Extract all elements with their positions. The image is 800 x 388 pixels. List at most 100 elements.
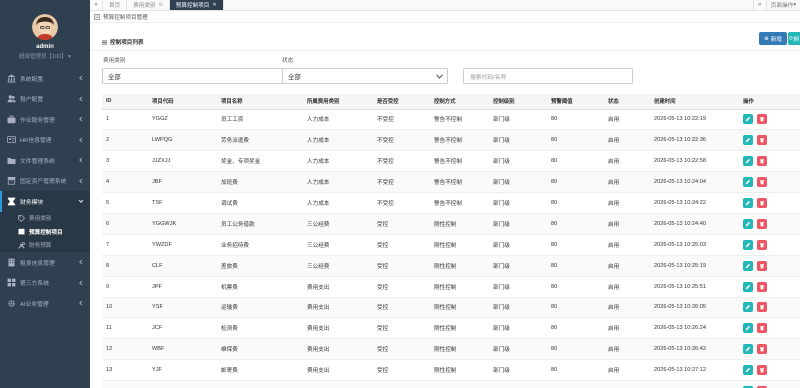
- edit-button[interactable]: [743, 323, 753, 334]
- column-header[interactable]: 控制级别: [489, 94, 547, 110]
- avatar[interactable]: [32, 14, 58, 40]
- sidebar-subitem-0[interactable]: 费用类别: [0, 212, 90, 226]
- delete-button[interactable]: [757, 198, 767, 208]
- table-cell: 启用: [604, 150, 650, 173]
- edit-button[interactable]: [743, 156, 753, 167]
- chevron-left-icon: [79, 75, 83, 81]
- chevron-left-icon: [79, 157, 83, 163]
- table-cell: 业务招待费: [217, 234, 303, 256]
- edit-button[interactable]: [743, 302, 753, 313]
- delete-button[interactable]: [757, 239, 767, 250]
- trash-icon: [760, 221, 764, 227]
- trash-icon: [760, 201, 764, 206]
- sidebar-subitem-1[interactable]: 预算控制项目: [0, 225, 90, 239]
- delete-button[interactable]: [757, 177, 767, 188]
- column-header[interactable]: 项目代码: [148, 94, 217, 110]
- column-header[interactable]: 是否受控: [373, 94, 430, 110]
- column-header[interactable]: 创建时间: [650, 94, 739, 110]
- tab-budget-control[interactable]: 预算控制项目 ✕: [169, 0, 224, 10]
- delete-button[interactable]: [757, 218, 767, 229]
- user-role[interactable]: 超级管理员【100】 ▾: [0, 52, 90, 60]
- table-row: 13 YJF 邮寄费 费用支出 受控 刚性控制 部门级 80 启用 2026-05-13 10:2…: [102, 359, 800, 382]
- sidebar-item-0[interactable]: 系统配置: [0, 68, 90, 89]
- sidebar-item-3[interactable]: HR信息管理: [0, 130, 90, 151]
- delete-button[interactable]: [757, 302, 767, 313]
- table-cell: 3: [102, 150, 148, 173]
- table-cell: 刚性控制: [430, 276, 489, 298]
- chevron-left-icon: [79, 116, 83, 122]
- table-cell: 部门级: [489, 109, 547, 131]
- delete-button[interactable]: [757, 281, 767, 292]
- row-actions: [739, 297, 800, 319]
- sidebar-item-6[interactable]: 财务模块: [0, 191, 90, 212]
- table-cell: 不受控: [373, 109, 430, 131]
- search-input[interactable]: 搜索代码/名称: [463, 68, 633, 84]
- column-header[interactable]: 操作: [739, 94, 800, 110]
- tab-scroll-left-button[interactable]: «: [90, 0, 103, 10]
- table-cell: 刚性控制: [430, 338, 489, 361]
- table-cell: 启用: [604, 129, 650, 152]
- table-cell: 人力成本: [303, 171, 373, 194]
- list-icon: [94, 13, 100, 20]
- delete-button[interactable]: [757, 114, 767, 125]
- close-icon[interactable]: ⊙: [159, 2, 163, 8]
- edit-button[interactable]: [743, 198, 753, 208]
- sidebar-item-9[interactable]: AI业务管理: [0, 293, 90, 314]
- status-filter-label: 状态: [282, 58, 294, 64]
- edit-button[interactable]: [743, 239, 753, 250]
- chevron-left-icon: [79, 259, 83, 265]
- edit-button[interactable]: [743, 260, 753, 271]
- box-icon: [7, 177, 16, 185]
- sidebar-item-label: HR信息管理: [20, 138, 52, 145]
- edit-button[interactable]: [743, 114, 753, 125]
- table-cell: 费用支出: [303, 380, 373, 388]
- table-body: 1 YGGZ 员工工资 人力成本 不受控 警告不控制 部门级 80 启用 2026-05-13 1…: [102, 109, 800, 388]
- edit-button[interactable]: [743, 344, 753, 355]
- table-cell: 80: [547, 276, 604, 298]
- column-header[interactable]: 项目名称: [217, 94, 303, 110]
- table-cell: 差旅费: [217, 255, 303, 277]
- column-header[interactable]: 所属费用类别: [303, 94, 373, 110]
- edit-button[interactable]: [743, 218, 753, 229]
- edit-icon: [745, 159, 751, 164]
- edit-button[interactable]: [743, 135, 753, 146]
- row-actions: [739, 255, 800, 277]
- tab-scroll-right-button[interactable]: »: [752, 0, 766, 10]
- edit-button[interactable]: [743, 281, 753, 292]
- sidebar-item-5[interactable]: 固定资产管理系统: [0, 171, 90, 192]
- sidebar-item-8[interactable]: 第三方系统: [0, 273, 90, 294]
- table-cell: 部门级: [489, 338, 547, 361]
- table-cell: 调试费: [217, 192, 303, 214]
- column-header[interactable]: ID: [102, 94, 148, 110]
- table-cell: 80: [547, 380, 604, 388]
- tab-expense-category[interactable]: 费用类别 ⊙: [127, 0, 170, 10]
- table-cell: 2: [102, 129, 148, 152]
- edit-button[interactable]: [743, 365, 753, 376]
- page-operations-menu[interactable]: 页面操作 ▾: [765, 0, 800, 10]
- column-header[interactable]: 控制方式: [430, 94, 489, 110]
- delete-button[interactable]: [757, 365, 767, 376]
- sidebar-subitem-label: 财务预算: [29, 243, 52, 250]
- table-cell: CLF: [148, 255, 217, 277]
- sidebar-item-4[interactable]: 文件管理系统: [0, 150, 90, 171]
- column-header[interactable]: 预警阈值: [547, 94, 604, 110]
- delete-button[interactable]: [757, 344, 767, 355]
- edit-button[interactable]: [743, 177, 753, 188]
- table-cell: 受控: [373, 380, 430, 388]
- table-cell: 2026-05-13 10:25:19: [650, 255, 739, 277]
- close-icon[interactable]: ✕: [212, 2, 216, 8]
- delete-button[interactable]: [757, 156, 767, 167]
- column-header[interactable]: 状态: [604, 94, 650, 110]
- row-actions: [739, 276, 800, 298]
- delete-button[interactable]: [757, 323, 767, 334]
- sidebar-item-7[interactable]: 租赁信息管理: [0, 252, 90, 273]
- gear-icon: [8, 299, 15, 307]
- table-cell: YJF: [148, 359, 217, 382]
- delete-button[interactable]: [757, 135, 767, 146]
- tab-home[interactable]: 首页: [103, 0, 128, 10]
- status-select[interactable]: 全部: [282, 68, 448, 84]
- delete-button[interactable]: [757, 260, 767, 271]
- sidebar-item-2[interactable]: 作业服务管理: [0, 109, 90, 130]
- sidebar-item-1[interactable]: 租户配置: [0, 89, 90, 110]
- sidebar-subitem-2[interactable]: 财务预算: [0, 239, 90, 253]
